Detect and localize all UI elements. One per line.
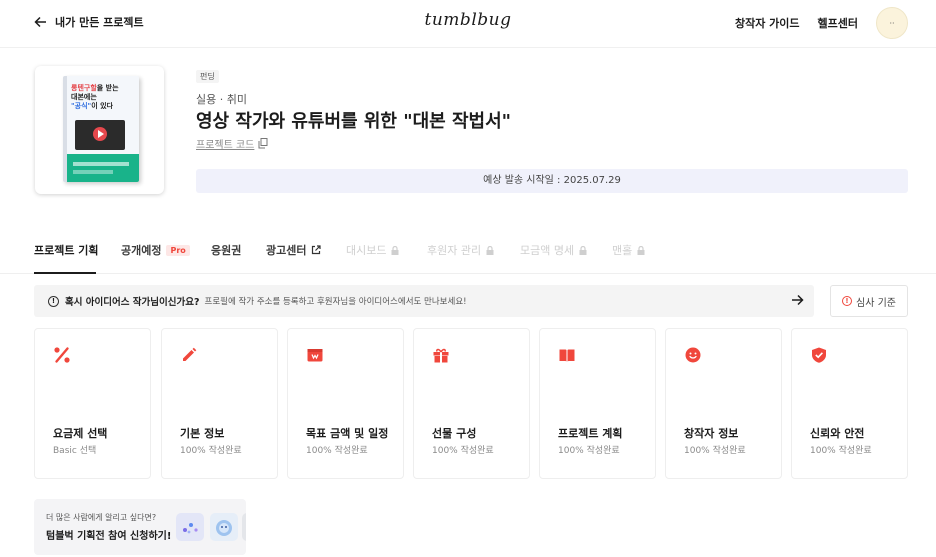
arrow-right-icon[interactable]: [791, 294, 804, 306]
tab-project-planning[interactable]: 프로젝트 기획: [34, 242, 99, 258]
card-status: 100% 작성완료: [558, 446, 620, 456]
external-link-icon: [312, 245, 322, 255]
more-illustration-icon: [242, 513, 246, 541]
notice-title: 혹시 아이디어스 작가님이신가요?: [65, 297, 200, 308]
lock-icon: [486, 245, 494, 255]
avatar[interactable]: ··: [876, 7, 908, 39]
creator-guide-link[interactable]: 창작자 가이드: [735, 15, 800, 31]
tab-label: 응원권: [211, 244, 242, 257]
play-icon: [93, 127, 107, 141]
card-plan-selection[interactable]: 요금제 선택 Basic 선택: [34, 328, 151, 479]
lock-icon: [391, 245, 399, 255]
banner-main-text: 텀블벅 기획전 참여 신청하기!: [46, 531, 172, 542]
header-right: 창작자 가이드 헬프센터 ··: [735, 7, 908, 39]
wallet-icon: [307, 349, 323, 362]
banner-subtext: 더 많은 사람에게 알리고 싶다면?: [46, 513, 157, 522]
back-label: 내가 만든 프로젝트: [55, 16, 144, 29]
cover-stripe: [73, 162, 129, 166]
review-label: 심사 기준: [856, 297, 896, 309]
card-status: 100% 작성완료: [432, 446, 494, 456]
cover-line1-highlight: 롱텐구할: [71, 84, 97, 92]
card-title: 선물 구성: [432, 427, 477, 440]
project-cover-image: 롱텐구할을 받는 대본에는 "공식"이 있다: [35, 66, 164, 194]
tab-label: 후원자 관리: [427, 244, 482, 257]
tab-label: 모금액 명세: [520, 244, 575, 257]
tab-cheer-ticket[interactable]: 응원권: [211, 242, 241, 258]
pencil-icon: [183, 347, 197, 361]
book-icon: [559, 349, 575, 362]
funding-badge: 펀딩: [196, 70, 219, 83]
tab-dashboard: 대시보드: [346, 242, 399, 258]
notice-text: 프로필에 작가 주소를 등록하고 후원자님을 아이디어스에서도 만나보세요!: [204, 297, 467, 307]
shield-icon: [812, 347, 826, 363]
tab-label: 대시보드: [346, 244, 387, 257]
tab-label: 광고센터: [266, 244, 307, 257]
card-title: 목표 금액 및 일정: [306, 427, 389, 440]
project-title: 영상 작가와 유튜버를 위한 "대본 작법서": [196, 111, 512, 132]
cover-line1-rest: 을 받는: [96, 84, 119, 92]
book-cover-text: 롱텐구할을 받는 대본에는 "공식"이 있다: [71, 84, 135, 111]
card-title: 신뢰와 안전: [810, 427, 865, 440]
project-code-label: 프로젝트 코드: [196, 140, 255, 151]
card-status: 100% 작성완료: [810, 446, 872, 456]
card-title: 프로젝트 계획: [558, 427, 623, 440]
tab-backer-management: 후원자 관리: [427, 242, 494, 258]
lock-icon: [637, 245, 645, 255]
card-title: 기본 정보: [180, 427, 225, 440]
card-reward-setup[interactable]: 선물 구성 100% 작성완료: [413, 328, 530, 479]
project-tabs: 프로젝트 기획 공개예정 Pro 응원권 광고센터 대시보드 후원자 관리 모금…: [0, 238, 936, 274]
tab-ad-center[interactable]: 광고센터: [266, 242, 322, 258]
card-trust-safety[interactable]: 신뢰와 안전 100% 작성완료: [791, 328, 908, 479]
card-title: 요금제 선택: [53, 427, 108, 440]
top-header: 내가 만든 프로젝트 tumblbug 창작자 가이드 헬프센터 ··: [0, 0, 936, 48]
pro-badge: Pro: [166, 244, 190, 256]
idus-notice-bar[interactable]: ! 혹시 아이디어스 작가님이신가요? 프로필에 작가 주소를 등록하고 후원자…: [34, 285, 814, 317]
card-creator-info[interactable]: 창작자 정보 100% 작성완료: [665, 328, 782, 479]
active-tab-underline: [34, 272, 96, 274]
character-illustration-icon: [210, 513, 238, 541]
card-title: 창작자 정보: [684, 427, 739, 440]
copy-icon: [258, 138, 268, 149]
info-icon: !: [48, 295, 59, 307]
cover-line3-rest: 이 있다: [91, 102, 113, 110]
tab-label: 공개예정: [121, 244, 162, 257]
arrow-left-icon: [34, 16, 46, 28]
back-to-my-projects-link[interactable]: 내가 만든 프로젝트: [34, 14, 144, 30]
card-status: 100% 작성완료: [306, 446, 368, 456]
gift-icon: [433, 348, 449, 363]
tab-fund-statement: 모금액 명세: [520, 242, 587, 258]
card-basic-info[interactable]: 기본 정보 100% 작성완료: [161, 328, 278, 479]
cover-stripe: [73, 170, 113, 174]
lock-icon: [579, 245, 587, 255]
review-criteria-button[interactable]: ! 심사 기준: [830, 285, 908, 317]
tab-label: 프로젝트 기획: [34, 244, 99, 257]
cover-bottom-band: [67, 154, 139, 182]
help-center-link[interactable]: 헬프센터: [818, 15, 858, 31]
project-category: 실용 · 취미: [196, 93, 247, 106]
exhibition-apply-banner[interactable]: 더 많은 사람에게 알리고 싶다면? 텀블벅 기획전 참여 신청하기!: [34, 499, 246, 555]
card-status: Basic 선택: [53, 446, 97, 456]
smile-icon: [685, 347, 701, 363]
tab-upcoming[interactable]: 공개예정 Pro: [121, 242, 190, 258]
book-cover-illustration: 롱텐구할을 받는 대본에는 "공식"이 있다: [63, 76, 139, 182]
tab-manhole: 맨홀: [612, 242, 645, 258]
alert-icon: !: [842, 296, 852, 306]
card-project-plan[interactable]: 프로젝트 계획 100% 작성완료: [539, 328, 656, 479]
sparkle-illustration-icon: [176, 513, 204, 541]
cover-line2: 대본에는: [71, 93, 97, 101]
card-status: 100% 작성완료: [684, 446, 746, 456]
cover-line3-highlight: "공식": [71, 102, 92, 110]
tab-label: 맨홀: [612, 244, 633, 257]
project-code-link[interactable]: 프로젝트 코드: [196, 136, 268, 151]
card-status: 100% 작성완료: [180, 446, 242, 456]
card-goal-schedule[interactable]: 목표 금액 및 일정 100% 작성완료: [287, 328, 404, 479]
percent-icon: [54, 347, 70, 363]
shipping-date-bar: 예상 발송 시작일 : 2025.07.29: [196, 169, 908, 193]
